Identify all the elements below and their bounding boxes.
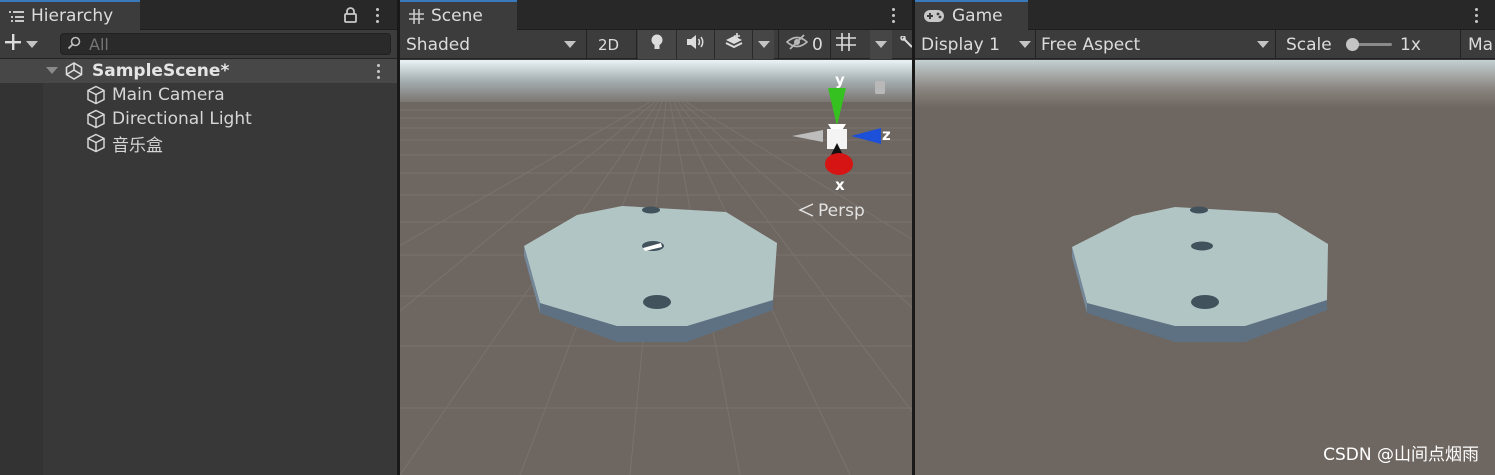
gamepad-icon bbox=[923, 8, 945, 24]
eye-slash-icon bbox=[785, 34, 809, 55]
scene-grid-icon bbox=[408, 8, 424, 24]
list-item-label: Main Camera bbox=[112, 85, 225, 105]
tools-icon[interactable] bbox=[900, 30, 912, 59]
scale-slider-thumb[interactable] bbox=[1346, 38, 1359, 51]
scale-slider[interactable] bbox=[1346, 30, 1392, 59]
chevron-down-icon bbox=[1257, 41, 1269, 48]
game-toolbar: Display 1 Free Aspect Scale 1x Ma bbox=[915, 30, 1495, 59]
effects-toggle[interactable] bbox=[714, 30, 752, 59]
maximize-on-play-toggle[interactable]: Ma bbox=[1468, 30, 1493, 59]
chevron-down-icon bbox=[875, 41, 887, 48]
game-menu-icon[interactable] bbox=[1471, 5, 1481, 25]
gizmo-x-label: x bbox=[835, 176, 845, 194]
gizmo-lock-icon[interactable] bbox=[875, 81, 885, 94]
tab-hierarchy[interactable]: Hierarchy bbox=[0, 0, 140, 30]
effects-stack-icon bbox=[724, 33, 744, 56]
grid-snap-icon bbox=[836, 33, 856, 56]
audio-toggle[interactable] bbox=[676, 30, 714, 59]
display-value: Display 1 bbox=[921, 34, 1000, 55]
display-dropdown[interactable]: Display 1 bbox=[921, 30, 1033, 59]
chevron-down-icon bbox=[564, 41, 576, 48]
search-icon bbox=[67, 35, 81, 54]
hierarchy-menu-icon[interactable] bbox=[372, 5, 382, 25]
game-tabstrip: Game bbox=[915, 0, 1495, 30]
tab-label: Game bbox=[952, 6, 1003, 26]
grid-dropdown[interactable] bbox=[870, 30, 892, 59]
scene-tabstrip: Scene bbox=[400, 0, 912, 30]
hierarchy-panel: Hierarchy SampleScene* bbox=[0, 0, 397, 475]
hidden-count: 0 bbox=[812, 34, 823, 55]
speaker-icon bbox=[686, 34, 706, 55]
scene-root-row[interactable]: SampleScene* bbox=[0, 59, 397, 83]
search-field[interactable] bbox=[60, 33, 391, 55]
lightbulb-icon bbox=[649, 33, 665, 56]
scene-menu-icon[interactable] bbox=[888, 5, 898, 25]
watermark: CSDN @山间点烟雨 bbox=[1323, 445, 1479, 465]
tab-scene[interactable]: Scene bbox=[400, 0, 517, 30]
scene-visibility-toggle[interactable]: 0 bbox=[785, 30, 823, 59]
scene-menu-icon[interactable] bbox=[373, 61, 383, 81]
tab-label: Hierarchy bbox=[31, 6, 114, 26]
list-icon bbox=[8, 8, 24, 24]
projection-label[interactable]: Persp bbox=[818, 201, 865, 221]
gizmo-z-label: z bbox=[882, 126, 891, 144]
game-panel: Game Display 1 Free Aspect Scale 1x Ma bbox=[915, 0, 1495, 475]
toggle-2d-button[interactable]: 2D bbox=[598, 30, 619, 59]
aspect-value: Free Aspect bbox=[1041, 34, 1141, 55]
hierarchy-toolbar bbox=[0, 30, 397, 59]
lock-icon[interactable] bbox=[344, 7, 357, 27]
scene-viewport[interactable]: y z x Persp bbox=[400, 60, 912, 475]
tab-label: Scene bbox=[431, 6, 483, 26]
gizmo-y-label: y bbox=[835, 71, 845, 89]
scene-name: SampleScene* bbox=[92, 61, 230, 81]
scene-toolbar: Shaded 2D 0 bbox=[400, 30, 912, 59]
chevron-down-icon bbox=[757, 41, 770, 48]
scene-panel: Scene Shaded 2D 0 y z x Persp bbox=[400, 0, 912, 475]
grid-snap-toggle[interactable] bbox=[836, 30, 856, 59]
lighting-toggle[interactable] bbox=[638, 30, 676, 59]
aspect-dropdown[interactable]: Free Aspect bbox=[1041, 30, 1271, 59]
plus-icon bbox=[4, 33, 22, 56]
toggle-2d-label: 2D bbox=[598, 35, 620, 54]
effects-dropdown[interactable] bbox=[752, 30, 774, 59]
chevron-down-icon bbox=[26, 41, 38, 48]
game-viewport[interactable] bbox=[915, 60, 1495, 475]
hierarchy-item-main-camera[interactable]: Main Camera bbox=[0, 83, 397, 107]
search-input[interactable] bbox=[89, 34, 369, 54]
scale-label: Scale bbox=[1286, 34, 1332, 55]
shading-mode-value: Shaded bbox=[406, 34, 471, 55]
foldout-icon[interactable] bbox=[46, 67, 58, 74]
hierarchy-item-directional-light[interactable]: Directional Light bbox=[0, 107, 397, 131]
shading-mode-dropdown[interactable]: Shaded bbox=[406, 30, 578, 59]
scale-value: 1x bbox=[1400, 34, 1421, 55]
list-item-label: Directional Light bbox=[112, 109, 252, 129]
hierarchy-item-music-box[interactable]: 音乐盒 bbox=[0, 131, 397, 158]
tab-game[interactable]: Game bbox=[915, 0, 1028, 30]
list-item-label: 音乐盒 bbox=[112, 135, 163, 156]
create-button[interactable] bbox=[4, 30, 38, 59]
gameobject-cube-icon bbox=[86, 133, 106, 158]
chevron-down-icon bbox=[1019, 41, 1031, 48]
hierarchy-tabstrip: Hierarchy bbox=[0, 0, 397, 30]
